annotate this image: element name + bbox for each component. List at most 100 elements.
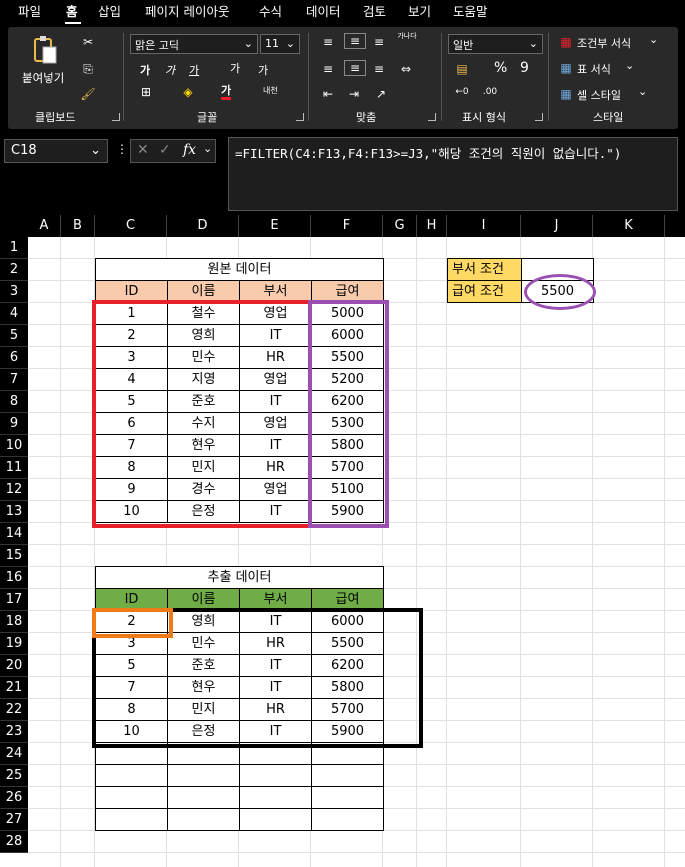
row-header-8[interactable]: 8 (0, 391, 28, 413)
result-table-cell[interactable] (311, 764, 384, 787)
row-header-25[interactable]: 25 (0, 765, 28, 787)
align-left-icon[interactable]: ≡ (320, 62, 336, 76)
result-table-cell[interactable]: IT (239, 676, 312, 699)
source-table-cell[interactable]: 2 (95, 324, 168, 347)
result-table-header[interactable]: 이름 (167, 588, 240, 611)
worksheet-grid[interactable]: ABCDEFGHIJK 1 2 3 4 5 6 7 8 9 10 11 12 13 14 15 16 17 18 1… (0, 215, 685, 867)
row-header-27[interactable]: 27 (0, 809, 28, 831)
column-header-F[interactable]: F (311, 215, 383, 237)
result-table-cell[interactable]: 영희 (167, 610, 240, 633)
result-table-cell[interactable] (95, 764, 168, 787)
source-table-cell[interactable]: IT (239, 500, 312, 523)
result-table-cell[interactable]: HR (239, 698, 312, 721)
result-table-cell[interactable]: 5 (95, 654, 168, 677)
source-table-cell[interactable]: 영업 (239, 478, 312, 501)
source-table-cell[interactable]: 7 (95, 434, 168, 457)
row-header-14[interactable]: 14 (0, 523, 28, 545)
source-table-cell[interactable]: 9 (95, 478, 168, 501)
row-header-5[interactable]: 5 (0, 325, 28, 347)
source-table-cell[interactable]: 은정 (167, 500, 240, 523)
font-name-select[interactable]: 맑은 고딕 ⌄ (130, 34, 258, 54)
result-table-cell[interactable]: 5500 (311, 632, 384, 655)
source-table-header[interactable]: 이름 (167, 280, 240, 303)
menu-help[interactable]: 도움말 (453, 4, 488, 20)
source-table-cell[interactable]: 6000 (311, 324, 384, 347)
source-table-cell[interactable]: 8 (95, 456, 168, 479)
result-table-cell[interactable] (167, 808, 240, 831)
cancel-icon[interactable]: ✕ (137, 142, 149, 158)
wrap-text-icon[interactable]: 가나다 (396, 32, 418, 40)
table-format-button[interactable]: 표 서식 (577, 61, 611, 77)
result-table-cell[interactable]: 민지 (167, 698, 240, 721)
source-table-cell[interactable]: 영희 (167, 324, 240, 347)
insert-function-icon[interactable]: fx (183, 142, 196, 158)
result-table-cell[interactable]: 7 (95, 676, 168, 699)
result-table-cell[interactable]: IT (239, 610, 312, 633)
result-table-cell[interactable] (167, 786, 240, 809)
align-top-icon[interactable]: ≡ (320, 35, 336, 49)
source-table-cell[interactable]: 6200 (311, 390, 384, 413)
source-table-cell[interactable]: 6 (95, 412, 168, 435)
format-painter-icon[interactable]: 🖌 (80, 87, 96, 101)
menu-file[interactable]: 파일 (18, 4, 41, 20)
column-header-E[interactable]: E (239, 215, 311, 237)
result-table-cell[interactable] (239, 764, 312, 787)
font-launcher-icon[interactable] (296, 113, 304, 121)
result-table-cell[interactable]: IT (239, 654, 312, 677)
result-table-cell[interactable]: 3 (95, 632, 168, 655)
row-header-10[interactable]: 10 (0, 435, 28, 457)
result-table-cell[interactable]: 5700 (311, 698, 384, 721)
result-table-title[interactable]: 추출 데이터 (95, 566, 384, 589)
dept-condition-label[interactable]: 부서 조건 (447, 258, 522, 281)
result-table-header[interactable]: 급여 (311, 588, 384, 611)
menu-page-layout[interactable]: 페이지 레이아웃 (145, 4, 229, 20)
row-header-17[interactable]: 17 (0, 589, 28, 611)
row-header-16[interactable]: 16 (0, 567, 28, 589)
column-header-C[interactable]: C (95, 215, 167, 237)
cut-icon[interactable]: ✂ (80, 35, 96, 49)
result-table-cell[interactable]: 8 (95, 698, 168, 721)
result-table-cell[interactable] (311, 808, 384, 831)
row-header-20[interactable]: 20 (0, 655, 28, 677)
source-table-cell[interactable]: 수지 (167, 412, 240, 435)
result-table-cell[interactable] (311, 742, 384, 765)
result-table-cell[interactable]: 은정 (167, 720, 240, 743)
source-table-cell[interactable]: 5500 (311, 346, 384, 369)
result-table-cell[interactable] (239, 742, 312, 765)
alignment-launcher-icon[interactable] (428, 113, 436, 121)
source-table-cell[interactable]: 민지 (167, 456, 240, 479)
source-table-cell[interactable]: IT (239, 390, 312, 413)
align-right-icon[interactable]: ≡ (371, 62, 387, 76)
menu-insert[interactable]: 삽입 (98, 4, 121, 20)
row-header-6[interactable]: 6 (0, 347, 28, 369)
row-header-1[interactable]: 1 (0, 237, 28, 259)
percent-icon[interactable]: % (494, 60, 507, 76)
source-table-cell[interactable]: 준호 (167, 390, 240, 413)
source-table-cell[interactable]: 1 (95, 302, 168, 325)
comma-style-icon[interactable]: 9 (520, 60, 529, 76)
result-table-cell[interactable]: 6200 (311, 654, 384, 677)
row-header-3[interactable]: 3 (0, 281, 28, 303)
source-table-cell[interactable]: 영업 (239, 412, 312, 435)
source-table-cell[interactable]: 5000 (311, 302, 384, 325)
name-box[interactable]: C18 ⌄ (4, 139, 108, 163)
source-table-cell[interactable]: 5 (95, 390, 168, 413)
result-table-cell[interactable]: 현우 (167, 676, 240, 699)
source-table-cell[interactable]: 5100 (311, 478, 384, 501)
paste-button-label[interactable]: 붙여넣기 (22, 70, 64, 86)
merge-center-icon[interactable]: ⇔ (396, 62, 416, 76)
menu-formulas[interactable]: 수식 (259, 4, 282, 20)
increase-indent-icon[interactable]: ⇥ (346, 87, 362, 101)
result-table-cell[interactable]: 5800 (311, 676, 384, 699)
decrease-indent-icon[interactable]: ⇤ (320, 87, 336, 101)
row-header-13[interactable]: 13 (0, 501, 28, 523)
phonetic-icon[interactable]: 내천 (263, 85, 278, 96)
row-header-11[interactable]: 11 (0, 457, 28, 479)
result-table-header[interactable]: 부서 (239, 588, 312, 611)
source-table-cell[interactable]: 철수 (167, 302, 240, 325)
column-header-G[interactable]: G (383, 215, 417, 237)
source-table-cell[interactable]: 5300 (311, 412, 384, 435)
menu-data[interactable]: 데이터 (306, 4, 341, 20)
column-header-H[interactable]: H (417, 215, 447, 237)
source-table-cell[interactable]: 10 (95, 500, 168, 523)
